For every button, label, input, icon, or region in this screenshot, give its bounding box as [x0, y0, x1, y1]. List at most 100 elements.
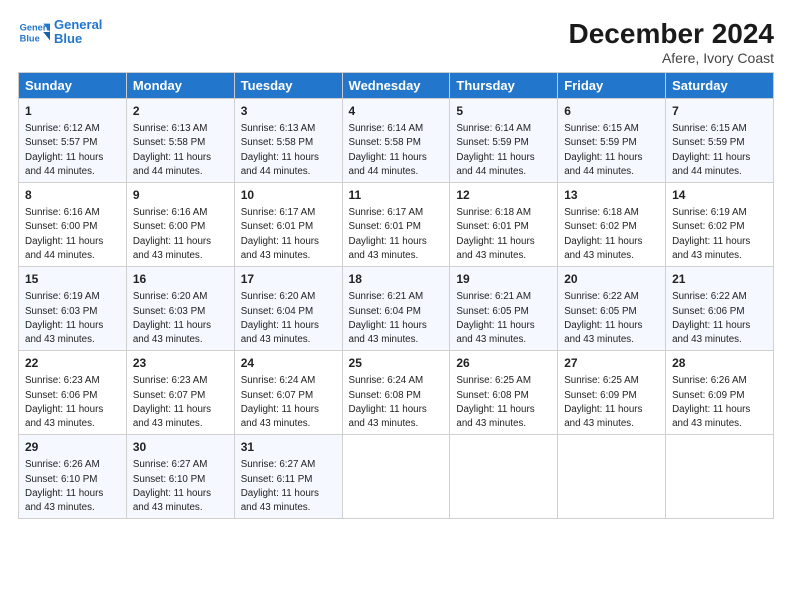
- calendar-week-row: 8Sunrise: 6:16 AM Sunset: 6:00 PM Daylig…: [19, 183, 774, 267]
- logo-text: General Blue: [54, 18, 102, 47]
- calendar-cell: [558, 435, 666, 519]
- cell-info: Sunrise: 6:19 AM Sunset: 6:03 PM Dayligh…: [25, 291, 103, 345]
- day-number: 29: [25, 439, 120, 455]
- day-number: 2: [133, 103, 228, 119]
- calendar-cell: 13Sunrise: 6:18 AM Sunset: 6:02 PM Dayli…: [558, 183, 666, 267]
- cell-info: Sunrise: 6:18 AM Sunset: 6:02 PM Dayligh…: [564, 207, 642, 261]
- logo-icon: General Blue: [18, 18, 50, 46]
- cell-info: Sunrise: 6:26 AM Sunset: 6:09 PM Dayligh…: [672, 375, 750, 429]
- calendar-cell: 4Sunrise: 6:14 AM Sunset: 5:58 PM Daylig…: [342, 99, 450, 183]
- calendar-cell: 14 Sunrise: 6:19 AM Sunset: 6:02 PM Dayli…: [666, 183, 774, 267]
- calendar-cell: 18 Sunrise: 6:21 AM Sunset: 6:04 PM Dayli…: [342, 267, 450, 351]
- cell-info: Sunrise: 6:16 AM Sunset: 6:00 PM Dayligh…: [25, 207, 103, 261]
- calendar-cell: 19 Sunrise: 6:21 AM Sunset: 6:05 PM Dayli…: [450, 267, 558, 351]
- day-number: 14: [672, 187, 767, 203]
- cell-info: Sunrise: 6:24 AM Sunset: 6:08 PM Dayligh…: [349, 375, 427, 429]
- day-number: 22: [25, 355, 120, 371]
- calendar-week-row: 1 Sunrise: 6:12 AM Sunset: 5:57 PM Daylig…: [19, 99, 774, 183]
- cell-info: Sunrise: 6:21 AM Sunset: 6:04 PM Dayligh…: [349, 291, 427, 345]
- calendar-cell: [666, 435, 774, 519]
- day-number: 10: [241, 187, 336, 203]
- cell-info: Sunrise: 6:21 AM Sunset: 6:05 PM Dayligh…: [456, 291, 534, 345]
- cell-info: Sunrise: 6:17 AM Sunset: 6:01 PM Dayligh…: [241, 207, 319, 261]
- day-number: 26: [456, 355, 551, 371]
- cell-info: Sunrise: 6:22 AM Sunset: 6:06 PM Dayligh…: [672, 291, 750, 345]
- day-number: 1: [25, 103, 120, 119]
- cell-info: Sunrise: 6:17 AM Sunset: 6:01 PM Dayligh…: [349, 207, 427, 261]
- cell-info: Sunrise: 6:23 AM Sunset: 6:07 PM Dayligh…: [133, 375, 211, 429]
- calendar-cell: 11 Sunrise: 6:17 AM Sunset: 6:01 PM Dayli…: [342, 183, 450, 267]
- cell-info: Sunrise: 6:14 AM Sunset: 5:59 PM Dayligh…: [456, 123, 534, 177]
- logo: General Blue General Blue: [18, 18, 102, 47]
- day-number: 4: [349, 103, 444, 119]
- day-number: 19: [456, 271, 551, 287]
- day-number: 6: [564, 103, 659, 119]
- calendar-header-cell: Saturday: [666, 73, 774, 99]
- day-number: 12: [456, 187, 551, 203]
- calendar-cell: 9Sunrise: 6:16 AM Sunset: 6:00 PM Daylig…: [126, 183, 234, 267]
- cell-info: Sunrise: 6:20 AM Sunset: 6:04 PM Dayligh…: [241, 291, 319, 345]
- cell-info: Sunrise: 6:23 AM Sunset: 6:06 PM Dayligh…: [25, 375, 103, 429]
- cell-info: Sunrise: 6:27 AM Sunset: 6:10 PM Dayligh…: [133, 459, 211, 513]
- calendar-week-row: 29 Sunrise: 6:26 AM Sunset: 6:10 PM Dayli…: [19, 435, 774, 519]
- day-number: 30: [133, 439, 228, 455]
- logo-line2: Blue: [54, 32, 102, 46]
- calendar-header-cell: Monday: [126, 73, 234, 99]
- cell-info: Sunrise: 6:18 AM Sunset: 6:01 PM Dayligh…: [456, 207, 534, 261]
- calendar-cell: 5 Sunrise: 6:14 AM Sunset: 5:59 PM Daylig…: [450, 99, 558, 183]
- cell-info: Sunrise: 6:13 AM Sunset: 5:58 PM Dayligh…: [133, 123, 211, 177]
- cell-info: Sunrise: 6:20 AM Sunset: 6:03 PM Dayligh…: [133, 291, 211, 345]
- calendar-cell: 2 Sunrise: 6:13 AM Sunset: 5:58 PM Daylig…: [126, 99, 234, 183]
- calendar-body: 1 Sunrise: 6:12 AM Sunset: 5:57 PM Daylig…: [19, 99, 774, 519]
- calendar-cell: 21 Sunrise: 6:22 AM Sunset: 6:06 PM Dayli…: [666, 267, 774, 351]
- cell-info: Sunrise: 6:26 AM Sunset: 6:10 PM Dayligh…: [25, 459, 103, 513]
- calendar-cell: 17 Sunrise: 6:20 AM Sunset: 6:04 PM Dayli…: [234, 267, 342, 351]
- calendar-cell: 28 Sunrise: 6:26 AM Sunset: 6:09 PM Dayli…: [666, 351, 774, 435]
- day-number: 31: [241, 439, 336, 455]
- calendar-cell: 20Sunrise: 6:22 AM Sunset: 6:05 PM Dayli…: [558, 267, 666, 351]
- calendar-cell: 22 Sunrise: 6:23 AM Sunset: 6:06 PM Dayli…: [19, 351, 127, 435]
- day-number: 11: [349, 187, 444, 203]
- day-number: 9: [133, 187, 228, 203]
- day-number: 28: [672, 355, 767, 371]
- calendar-week-row: 15Sunrise: 6:19 AM Sunset: 6:03 PM Dayli…: [19, 267, 774, 351]
- calendar-cell: 10 Sunrise: 6:17 AM Sunset: 6:01 PM Dayli…: [234, 183, 342, 267]
- cell-info: Sunrise: 6:15 AM Sunset: 5:59 PM Dayligh…: [672, 123, 750, 177]
- day-number: 7: [672, 103, 767, 119]
- calendar-cell: 8Sunrise: 6:16 AM Sunset: 6:00 PM Daylig…: [19, 183, 127, 267]
- day-number: 25: [349, 355, 444, 371]
- cell-info: Sunrise: 6:12 AM Sunset: 5:57 PM Dayligh…: [25, 123, 103, 177]
- calendar-header-cell: Friday: [558, 73, 666, 99]
- day-number: 21: [672, 271, 767, 287]
- day-number: 5: [456, 103, 551, 119]
- cell-info: Sunrise: 6:25 AM Sunset: 6:08 PM Dayligh…: [456, 375, 534, 429]
- calendar-cell: [342, 435, 450, 519]
- title-block: December 2024 Afere, Ivory Coast: [569, 18, 774, 66]
- cell-info: Sunrise: 6:22 AM Sunset: 6:05 PM Dayligh…: [564, 291, 642, 345]
- cell-info: Sunrise: 6:25 AM Sunset: 6:09 PM Dayligh…: [564, 375, 642, 429]
- day-number: 24: [241, 355, 336, 371]
- day-number: 23: [133, 355, 228, 371]
- calendar-cell: 24 Sunrise: 6:24 AM Sunset: 6:07 PM Dayli…: [234, 351, 342, 435]
- cell-info: Sunrise: 6:13 AM Sunset: 5:58 PM Dayligh…: [241, 123, 319, 177]
- calendar-cell: 31Sunrise: 6:27 AM Sunset: 6:11 PM Dayli…: [234, 435, 342, 519]
- calendar-cell: 23 Sunrise: 6:23 AM Sunset: 6:07 PM Dayli…: [126, 351, 234, 435]
- logo-line1: General: [54, 18, 102, 32]
- day-number: 17: [241, 271, 336, 287]
- calendar-cell: 27Sunrise: 6:25 AM Sunset: 6:09 PM Dayli…: [558, 351, 666, 435]
- day-number: 16: [133, 271, 228, 287]
- calendar-cell: 30 Sunrise: 6:27 AM Sunset: 6:10 PM Dayli…: [126, 435, 234, 519]
- calendar-header-cell: Tuesday: [234, 73, 342, 99]
- calendar-cell: 16 Sunrise: 6:20 AM Sunset: 6:03 PM Dayli…: [126, 267, 234, 351]
- cell-info: Sunrise: 6:24 AM Sunset: 6:07 PM Dayligh…: [241, 375, 319, 429]
- calendar-cell: 3Sunrise: 6:13 AM Sunset: 5:58 PM Daylig…: [234, 99, 342, 183]
- calendar-cell: 6 Sunrise: 6:15 AM Sunset: 5:59 PM Daylig…: [558, 99, 666, 183]
- calendar-cell: 1 Sunrise: 6:12 AM Sunset: 5:57 PM Daylig…: [19, 99, 127, 183]
- day-number: 18: [349, 271, 444, 287]
- cell-info: Sunrise: 6:15 AM Sunset: 5:59 PM Dayligh…: [564, 123, 642, 177]
- cell-info: Sunrise: 6:19 AM Sunset: 6:02 PM Dayligh…: [672, 207, 750, 261]
- calendar-header-cell: Sunday: [19, 73, 127, 99]
- calendar-cell: [450, 435, 558, 519]
- subtitle: Afere, Ivory Coast: [569, 50, 774, 66]
- calendar-week-row: 22 Sunrise: 6:23 AM Sunset: 6:06 PM Dayli…: [19, 351, 774, 435]
